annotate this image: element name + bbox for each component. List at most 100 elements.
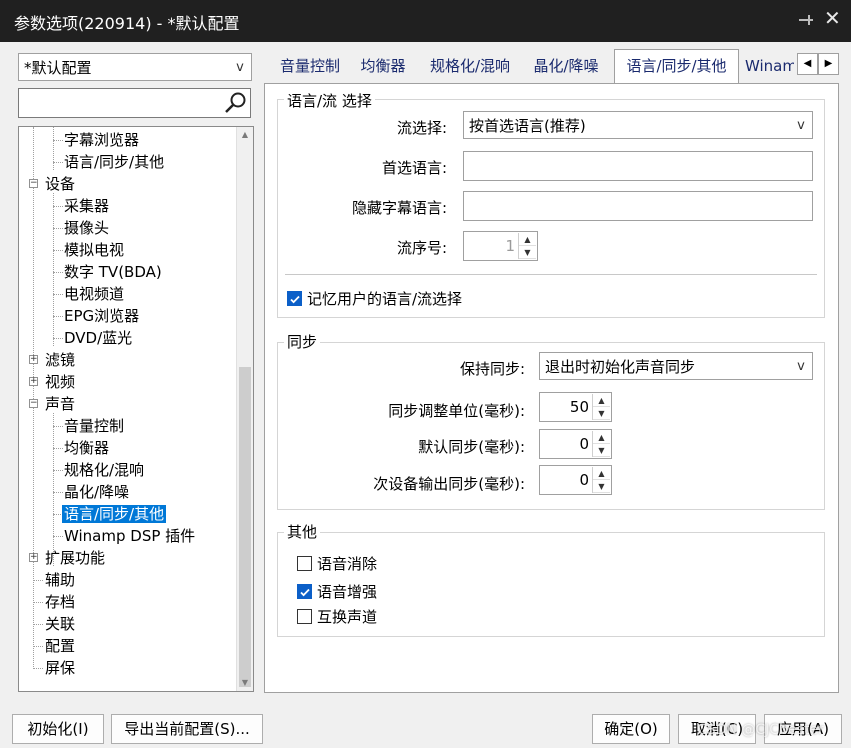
profile-select[interactable]: *默认配置 v <box>18 53 252 81</box>
tree-item-label: 视频 <box>45 373 76 391</box>
tree-item-capture[interactable]: 采集器 <box>64 195 109 217</box>
stream-select[interactable]: 按首选语言(推荐) v <box>463 111 813 139</box>
stepper-down-icon[interactable]: ▼ <box>593 407 610 420</box>
stepper-buttons[interactable]: ▲ ▼ <box>592 431 610 457</box>
tree-item-epg-browser[interactable]: EPG浏览器 <box>64 305 139 327</box>
settings-panel: 语言/流 选择 流选择: 按首选语言(推荐) v 首选语言: 隐藏字幕语言: 流… <box>264 83 839 693</box>
collapse-icon[interactable]: − <box>29 179 38 188</box>
stream-number-stepper[interactable]: 1 ▲ ▼ <box>463 231 538 261</box>
tab-scroll-right-icon[interactable]: ▶ <box>818 53 839 75</box>
tab-winamp[interactable]: Winamp <box>745 50 794 82</box>
init-button[interactable]: 初始化(I) <box>12 714 104 744</box>
tree-item-digital-tv[interactable]: 数字 TV(BDA) <box>64 261 162 283</box>
tree-item-association[interactable]: 关联 <box>45 613 75 635</box>
pin-icon[interactable] <box>796 10 814 30</box>
remember-selection-checkbox[interactable]: 记忆用户的语言/流选择 <box>287 288 462 309</box>
expand-icon[interactable]: + <box>29 355 38 364</box>
tab-normalize[interactable]: 规格化/混响 <box>422 50 518 82</box>
options-tree[interactable]: 字幕浏览器 语言/同步/其他 − 设备 采集器 摄像头 模拟电视 数字 TV(B… <box>18 126 254 692</box>
stepper-buttons[interactable]: ▲ ▼ <box>518 233 536 259</box>
stepper-up-icon[interactable]: ▲ <box>519 233 536 246</box>
tree-item-camera[interactable]: 摄像头 <box>64 217 109 239</box>
collapse-icon[interactable]: − <box>29 399 38 408</box>
tree-item-label: 电视频道 <box>64 285 125 303</box>
expand-icon[interactable]: + <box>29 553 38 562</box>
tree-item-analog-tv[interactable]: 模拟电视 <box>64 239 124 261</box>
tree-item-lang-sync-other-selected[interactable]: 语言/同步/其他 <box>62 503 167 525</box>
tree-item-filters[interactable]: 滤镜 <box>45 349 75 371</box>
tab-scroll-left-icon[interactable]: ◀ <box>797 53 818 75</box>
sync-step-stepper[interactable]: 50 ▲ ▼ <box>539 392 612 422</box>
tab-crystal[interactable]: 晶化/降噪 <box>526 50 606 82</box>
voice-boost-checkbox[interactable]: 语音增强 <box>297 581 377 602</box>
scroll-thumb[interactable] <box>239 367 251 687</box>
stepper-down-icon[interactable]: ▼ <box>519 246 536 259</box>
keep-sync-label: 保持同步: <box>459 360 525 378</box>
tree-item-volume[interactable]: 音量控制 <box>64 415 124 437</box>
window-title: 参数选项(220914) - *默认配置 <box>14 14 240 33</box>
close-icon[interactable]: ✕ <box>824 8 841 28</box>
tree-item-devices[interactable]: 设备 <box>45 173 75 195</box>
sync-group-title: 同步 <box>284 331 321 352</box>
tree-item-normalize-reverb[interactable]: 规格化/混响 <box>64 459 144 481</box>
stepper-down-icon[interactable]: ▼ <box>593 444 610 457</box>
default-sync-label: 默认同步(毫秒): <box>418 438 525 456</box>
tree-item-lang-sync-other[interactable]: 语言/同步/其他 <box>64 151 164 173</box>
tree-item-tv-channels[interactable]: 电视频道 <box>64 283 124 305</box>
tree-item-assist[interactable]: 辅助 <box>45 569 75 591</box>
stepper-up-icon[interactable]: ▲ <box>593 431 610 444</box>
scroll-down-icon[interactable]: ▼ <box>237 675 253 691</box>
expand-icon[interactable]: + <box>29 377 38 386</box>
keep-sync-select[interactable]: 退出时初始化声音同步 v <box>539 352 813 380</box>
keep-sync-value: 退出时初始化声音同步 <box>545 357 696 376</box>
remember-selection-label: 记忆用户的语言/流选择 <box>307 290 463 308</box>
ok-button[interactable]: 确定(O) <box>592 714 670 744</box>
tree-scrollbar[interactable]: ▲ ▼ <box>236 127 253 691</box>
tree-item-label: EPG浏览器 <box>64 307 140 325</box>
tree-item-subtitle-browser[interactable]: 字幕浏览器 <box>64 129 139 151</box>
chevron-down-icon: v <box>797 117 805 133</box>
stepper-buttons[interactable]: ▲ ▼ <box>592 467 610 493</box>
tree-item-dvd-bluray[interactable]: DVD/蓝光 <box>64 327 132 349</box>
tab-lang-sync-other[interactable]: 语言/同步/其他 <box>614 49 739 83</box>
export-config-button[interactable]: 导出当前配置(S)... <box>111 714 263 744</box>
chevron-down-icon: v <box>236 59 244 75</box>
tree-item-screensaver[interactable]: 屏保 <box>45 657 75 679</box>
tree-item-archive[interactable]: 存档 <box>45 591 75 613</box>
tree-item-label: 声音 <box>45 395 76 413</box>
secondary-sync-stepper[interactable]: 0 ▲ ▼ <box>539 465 612 495</box>
stepper-buttons[interactable]: ▲ ▼ <box>592 394 610 420</box>
watermark: CSDN @CJCbester <box>697 722 824 738</box>
tree-item-audio[interactable]: 声音 <box>45 393 75 415</box>
tree-item-config[interactable]: 配置 <box>45 635 75 657</box>
tree-item-equalizer[interactable]: 均衡器 <box>64 437 109 459</box>
stepper-down-icon[interactable]: ▼ <box>593 480 610 493</box>
tree-item-label: 语言/同步/其他 <box>64 153 165 171</box>
tree-item-label: Winamp DSP 插件 <box>64 527 196 545</box>
default-sync-stepper[interactable]: 0 ▲ ▼ <box>539 429 612 459</box>
search-input[interactable] <box>18 88 251 118</box>
tree-item-label: 关联 <box>45 615 76 633</box>
swap-channels-checkbox[interactable]: 互换声道 <box>297 606 377 627</box>
stepper-up-icon[interactable]: ▲ <box>593 394 610 407</box>
stream-number-label: 流序号: <box>396 239 447 257</box>
sync-step-value: 50 <box>569 398 589 416</box>
other-group-title: 其他 <box>284 521 321 542</box>
tree-item-label: 采集器 <box>64 197 110 215</box>
tab-equalizer[interactable]: 均衡器 <box>352 50 414 82</box>
voice-cancel-checkbox[interactable]: 语音消除 <box>297 553 377 574</box>
tree-item-winamp-dsp[interactable]: Winamp DSP 插件 <box>64 525 195 547</box>
voice-boost-label: 语音增强 <box>317 583 378 601</box>
hidden-sub-lang-input[interactable] <box>463 191 813 221</box>
search-icon[interactable] <box>224 91 248 115</box>
tree-item-label: 数字 TV(BDA) <box>64 263 162 281</box>
tab-volume[interactable]: 音量控制 <box>270 50 350 82</box>
tree-item-extensions[interactable]: 扩展功能 <box>45 547 105 569</box>
tree-item-label: 设备 <box>45 175 76 193</box>
scroll-up-icon[interactable]: ▲ <box>237 127 253 143</box>
preferred-lang-input[interactable] <box>463 151 813 181</box>
tree-item-crystal-denoise[interactable]: 晶化/降噪 <box>64 481 129 503</box>
stepper-up-icon[interactable]: ▲ <box>593 467 610 480</box>
tree-item-video[interactable]: 视频 <box>45 371 75 393</box>
checkbox-checked-icon <box>297 584 312 599</box>
